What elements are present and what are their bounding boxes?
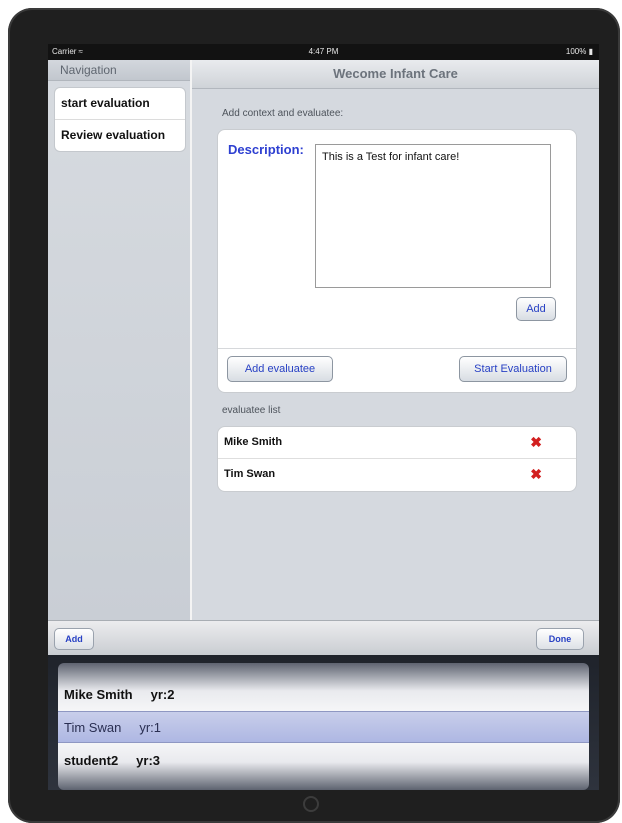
description-label: Description: bbox=[228, 142, 304, 157]
add-description-button[interactable]: Add bbox=[516, 297, 556, 321]
student-picker: Mike Smith yr:2 Tim Swan yr:1 student2 yr:3 bbox=[48, 655, 599, 790]
detail-panel: Wecome Infant Care Add context and evalu… bbox=[192, 60, 599, 620]
picker-row[interactable]: Mike Smith yr:2 bbox=[58, 679, 589, 711]
evaluatee-list: Mike Smith ✖ Tim Swan ✖ bbox=[217, 426, 577, 492]
picker-row-year: yr:1 bbox=[139, 720, 161, 735]
picker-row-name: student2 bbox=[64, 753, 119, 768]
description-textarea[interactable]: This is a Test for infant care! bbox=[315, 144, 551, 288]
navigation-list: start evaluation Review evaluation bbox=[54, 87, 186, 152]
delete-icon[interactable]: ✖ bbox=[530, 459, 542, 490]
evaluatee-row[interactable]: Tim Swan ✖ bbox=[218, 459, 576, 490]
toolbar-add-button[interactable]: Add bbox=[54, 628, 94, 650]
picker-row-selected[interactable]: Tim Swan yr:1 bbox=[58, 711, 589, 743]
ipad-screen: Carrier ≈ 4:47 PM 100% ▮ Navigation start… bbox=[48, 44, 599, 790]
nav-item-review-evaluation[interactable]: Review evaluation bbox=[55, 120, 185, 151]
nav-item-start-evaluation[interactable]: start evaluation bbox=[55, 88, 185, 120]
picker-wheel[interactable]: Mike Smith yr:2 Tim Swan yr:1 student2 yr:3 bbox=[58, 663, 589, 790]
context-section-header: Add context and evaluatee: bbox=[222, 108, 344, 119]
evaluatee-list-header: evaluatee list bbox=[222, 405, 281, 416]
picker-row[interactable]: student2 yr:3 bbox=[58, 745, 589, 777]
battery-indicator: 100% ▮ bbox=[565, 47, 593, 56]
picker-row-name: Tim Swan bbox=[64, 720, 122, 735]
picker-row-year: yr:3 bbox=[136, 753, 161, 768]
evaluatee-row[interactable]: Mike Smith ✖ bbox=[218, 427, 576, 459]
add-evaluatee-button[interactable]: Add evaluatee bbox=[227, 356, 333, 382]
evaluatee-name: Mike Smith bbox=[224, 436, 283, 448]
picker-toolbar: Add Done bbox=[48, 620, 599, 655]
clock: 4:47 PM bbox=[308, 47, 339, 56]
status-bar: Carrier ≈ 4:47 PM 100% ▮ bbox=[48, 44, 599, 60]
delete-icon[interactable]: ✖ bbox=[530, 427, 542, 458]
home-button[interactable] bbox=[303, 796, 319, 812]
picker-row-year: yr:2 bbox=[150, 687, 175, 702]
navigation-panel: Navigation start evaluation Review evalu… bbox=[48, 60, 192, 620]
start-evaluation-button[interactable]: Start Evaluation bbox=[459, 356, 567, 382]
toolbar-done-button[interactable]: Done bbox=[536, 628, 584, 650]
picker-row-name: Mike Smith bbox=[64, 687, 133, 702]
evaluatee-name: Tim Swan bbox=[224, 468, 276, 480]
card-divider bbox=[218, 348, 576, 349]
page-title: Wecome Infant Care bbox=[192, 60, 599, 89]
context-card: Description: This is a Test for infant c… bbox=[217, 129, 577, 393]
navigation-title: Navigation bbox=[48, 60, 190, 81]
